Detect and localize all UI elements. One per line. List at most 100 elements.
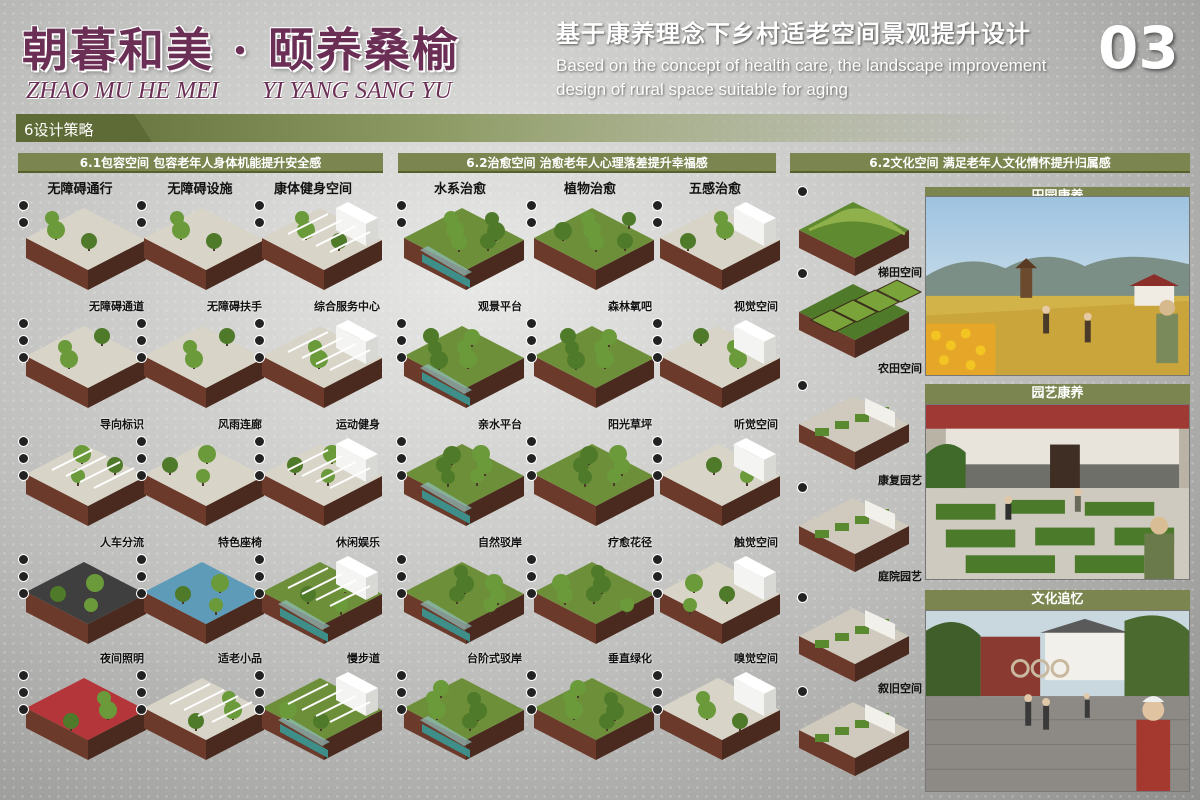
legend-icon [652, 571, 663, 582]
legend-icon [396, 470, 407, 481]
culture-block-graphic [799, 279, 923, 358]
legend-icon [652, 352, 663, 363]
landscape-block-graphic [26, 444, 146, 526]
legend-icon [526, 318, 537, 329]
legend-icon [526, 436, 537, 447]
landscape-block-graphic [660, 672, 780, 760]
legend-icons [797, 482, 808, 493]
landscape-block: 运动健身 [254, 418, 386, 534]
legend-icon [396, 453, 407, 464]
legend-icon [18, 318, 29, 329]
legend-icon [652, 200, 663, 211]
legend-icon [526, 335, 537, 346]
landscape-block-graphic [534, 326, 654, 408]
page-number: 03 [1098, 14, 1179, 82]
block-label: 触觉空间 [734, 536, 778, 549]
legend-icon [254, 571, 265, 582]
legend-icon [136, 200, 147, 211]
landscape-block-graphic [144, 678, 264, 760]
landscape-block: 森林氧吧 [526, 300, 658, 416]
legend-icon [18, 453, 29, 464]
legend-icon [652, 588, 663, 599]
landscape-block-graphic [144, 562, 264, 644]
legend-icon [254, 588, 265, 599]
section-label: 6设计策略 [24, 121, 94, 139]
legend-icons [526, 200, 537, 228]
landscape-block-graphic [660, 438, 780, 526]
legend-icon [18, 436, 29, 447]
legend-icon [396, 670, 407, 681]
legend-icon [526, 687, 537, 698]
block-label: 自然驳岸 [478, 536, 522, 549]
landscape-block-graphic [26, 326, 146, 408]
legend-icons [652, 318, 663, 363]
landscape-block: 慢步道 [254, 652, 386, 768]
legend-icons [18, 554, 29, 599]
legend-icon [652, 436, 663, 447]
subtitle-english-line-2: design of rural space suitable for aging [556, 80, 849, 99]
legend-icons [797, 592, 808, 603]
legend-icon [254, 436, 265, 447]
legend-icons [254, 554, 265, 599]
legend-icon [652, 453, 663, 464]
legend-icon [526, 554, 537, 565]
legend-icon [18, 687, 29, 698]
group-bar-healing: 6.2治愈空间 治愈老年人心理落差提升幸福感 [398, 153, 776, 173]
legend-icon [136, 436, 147, 447]
block-label: 综合服务中心 [314, 300, 380, 313]
landscape-block-graphic [26, 562, 146, 644]
landscape-block [396, 194, 528, 298]
block-label: 阳光草坪 [608, 418, 652, 431]
legend-icons [526, 554, 537, 599]
landscape-block: 嗅觉空间 [652, 652, 784, 768]
legend-icon [652, 217, 663, 228]
culture-block-graphic [799, 608, 909, 682]
landscape-block-graphic [262, 320, 382, 408]
legend-icon [18, 352, 29, 363]
legend-icons [254, 200, 265, 228]
legend-icon [396, 318, 407, 329]
block-label: 台阶式驳岸 [467, 652, 522, 665]
legend-icon [652, 318, 663, 329]
legend-icon [652, 470, 663, 481]
culture-block-graphic [799, 498, 909, 572]
legend-icon [526, 217, 537, 228]
legend-icons [652, 200, 663, 228]
landscape-block: 台阶式驳岸 [396, 652, 528, 768]
legend-icon [797, 686, 808, 697]
landscape-block: 导向标识 [18, 418, 150, 534]
culture-block [795, 592, 913, 688]
legend-icons [396, 554, 407, 599]
legend-icons [652, 554, 663, 599]
landscape-block: 亲水平台 [396, 418, 528, 534]
section-bar [16, 114, 1196, 142]
legend-icon [526, 571, 537, 582]
legend-icon [652, 704, 663, 715]
legend-icon [254, 554, 265, 565]
landscape-block-graphic [262, 202, 382, 290]
title-pinyin-left: ZHAO MU HE MEI [26, 78, 219, 104]
block-label: 亲水平台 [478, 418, 522, 431]
legend-icon [526, 670, 537, 681]
legend-icon [136, 318, 147, 329]
legend-icon [254, 318, 265, 329]
block-label: 疗愈花径 [608, 536, 652, 549]
landscape-block: 疗愈花径 [526, 536, 658, 652]
legend-icon [396, 352, 407, 363]
subtitle-chinese: 基于康养理念下乡村适老空间景观提升设计 [556, 20, 1031, 48]
landscape-block: 人车分流 [18, 536, 150, 652]
legend-icon [136, 588, 147, 599]
legend-icons [652, 670, 663, 715]
poster-title: 朝暮和美 · 颐养桑榆 [22, 23, 461, 77]
landscape-block-graphic [144, 444, 264, 526]
landscape-block: 无障碍扶手 [136, 300, 268, 416]
landscape-block-graphic [26, 678, 146, 760]
block-label: 视觉空间 [734, 300, 778, 313]
landscape-block-graphic [404, 444, 524, 526]
legend-icon [396, 554, 407, 565]
landscape-block-graphic [26, 208, 146, 290]
culture-block [795, 380, 913, 476]
legend-icons [18, 436, 29, 481]
block-label: 垂直绿化 [608, 652, 652, 665]
block-label: 休闲娱乐 [336, 536, 380, 549]
